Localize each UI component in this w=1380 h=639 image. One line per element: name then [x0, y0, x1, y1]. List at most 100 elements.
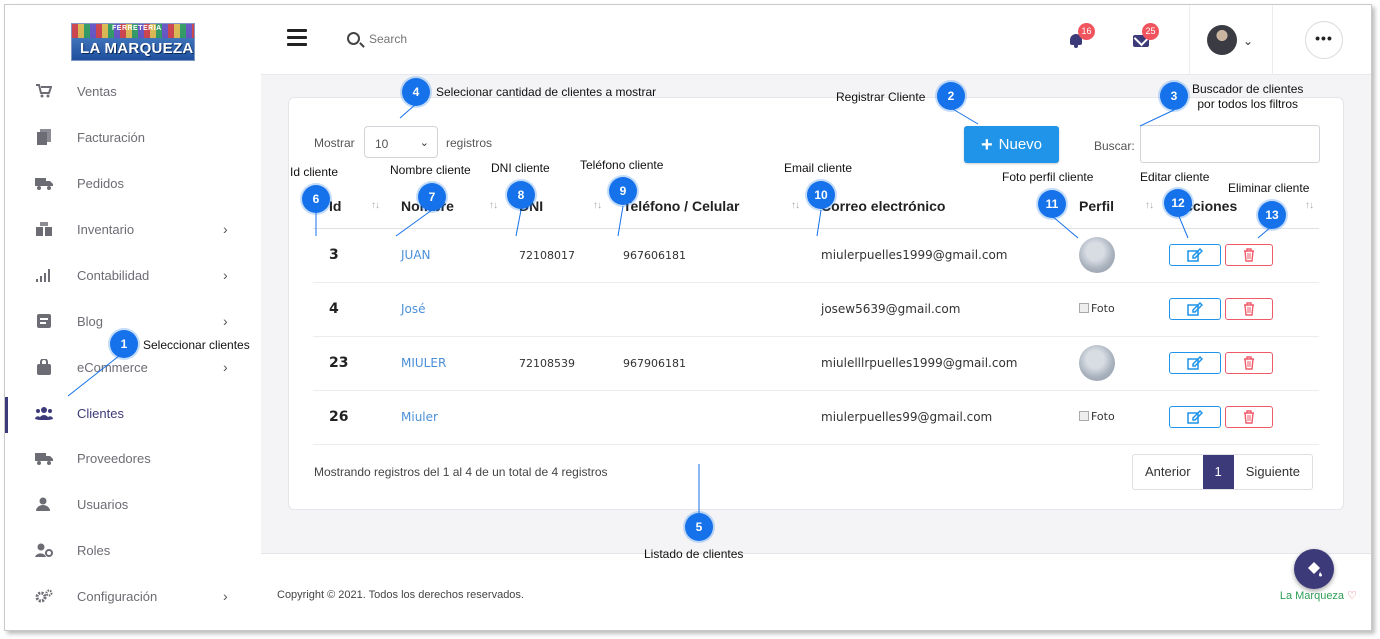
- table-row: 23 MIULER 72108539 967906181 miulelllrpuelle…: [313, 336, 1319, 391]
- callout-10: 10: [807, 181, 835, 209]
- search-label: Buscar:: [1094, 139, 1135, 153]
- topbar: 16 25 ⌄ •••: [261, 5, 1371, 75]
- footer-brand[interactable]: La Marqueza ♡: [1280, 589, 1357, 602]
- callout-8: 8: [507, 181, 535, 209]
- cell-dni: [503, 390, 607, 445]
- user-icon: [35, 495, 53, 513]
- profile-photo: [1079, 345, 1115, 381]
- sidebar-item-configuracion[interactable]: Configuración ›: [5, 576, 261, 616]
- delete-client-button[interactable]: [1225, 298, 1273, 320]
- delete-client-button[interactable]: [1225, 352, 1273, 374]
- users-icon: [35, 404, 53, 422]
- cell-name[interactable]: Miuler: [385, 390, 503, 445]
- sidebar-item-roles[interactable]: Roles: [5, 530, 261, 570]
- divider: [1189, 5, 1190, 75]
- cell-dni: [503, 282, 607, 337]
- sidebar-item-clientes[interactable]: Clientes: [5, 393, 261, 433]
- bag-icon: [35, 358, 53, 376]
- broken-image-icon: Foto: [1079, 302, 1115, 315]
- chevron-right-icon: ›: [223, 588, 228, 604]
- cell-id: 3: [313, 228, 385, 283]
- clients-card: Mostrar 10 ⌄ registros + Nuevo Buscar: I…: [288, 97, 1344, 510]
- callout-text-13: Eliminar cliente: [1228, 181, 1310, 195]
- cell-name[interactable]: MIULER: [385, 336, 503, 391]
- sidebar-item-inventario[interactable]: Inventario ›: [5, 209, 261, 249]
- user-gear-icon: [35, 541, 53, 559]
- chevron-right-icon: ›: [223, 221, 228, 237]
- delete-client-button[interactable]: [1225, 244, 1273, 266]
- edit-client-button[interactable]: [1169, 406, 1221, 428]
- cell-acciones: [1159, 336, 1319, 391]
- sidebar-item-label: Clientes: [77, 405, 124, 421]
- edit-client-button[interactable]: [1169, 244, 1221, 266]
- paint-bucket-button[interactable]: [1294, 549, 1334, 589]
- profile-photo: [1079, 237, 1115, 273]
- cell-email: miulerpuelles99@gmail.com: [805, 390, 1063, 445]
- new-client-button[interactable]: + Nuevo: [964, 126, 1059, 163]
- sidebar-item-label: Configuración: [77, 588, 158, 604]
- cell-id: 26: [313, 390, 385, 445]
- delete-client-button[interactable]: [1225, 406, 1273, 428]
- cell-email: miulerpuelles1999@gmail.com: [805, 228, 1063, 283]
- chevron-down-icon: ⌄: [419, 137, 429, 149]
- sidebar: FERRETERIA LA MARQUEZA Ventas Facturació…: [5, 5, 261, 630]
- sidebar-item-facturacion[interactable]: Facturación: [5, 117, 261, 157]
- cell-name[interactable]: José: [385, 282, 503, 337]
- table-search-input[interactable]: [1140, 125, 1320, 163]
- plus-icon: +: [980, 133, 993, 156]
- cell-acciones: [1159, 228, 1319, 283]
- cell-dni: 72108017: [503, 228, 607, 283]
- brand-logo[interactable]: FERRETERIA LA MARQUEZA: [71, 23, 195, 61]
- avatar[interactable]: [1207, 25, 1237, 55]
- callout-text-9: Teléfono cliente: [580, 158, 664, 172]
- search-input[interactable]: [369, 29, 569, 49]
- pagination: Anterior 1 Siguiente: [1132, 454, 1313, 490]
- callout-text-5: Listado de clientes: [644, 547, 744, 561]
- callout-text-2: Registrar Cliente: [836, 90, 926, 104]
- sidebar-item-label: Inventario: [77, 221, 135, 237]
- sidebar-item-pedidos[interactable]: Pedidos: [5, 163, 261, 203]
- callout-text-10: Email cliente: [784, 161, 853, 175]
- divider: [1272, 5, 1273, 75]
- callout-5: 5: [685, 513, 713, 541]
- more-options-button[interactable]: •••: [1305, 21, 1343, 59]
- callout-text-4: Selecionar cantidad de clientes a mostra…: [436, 85, 657, 99]
- show-label: Mostrar: [314, 136, 355, 150]
- callout-11: 11: [1038, 190, 1066, 218]
- column-label: Perfil: [1079, 197, 1115, 214]
- cell-perfil: [1063, 336, 1159, 391]
- cart-icon: [35, 82, 53, 100]
- edit-client-button[interactable]: [1169, 298, 1221, 320]
- cell-dni: 72108539: [503, 336, 607, 391]
- sidebar-item-label: eCommerce: [77, 359, 148, 375]
- sidebar-item-proveedores[interactable]: Proveedores: [5, 438, 261, 478]
- pagination-next[interactable]: Siguiente: [1234, 455, 1312, 489]
- pagination-prev[interactable]: Anterior: [1133, 455, 1203, 489]
- pagination-page[interactable]: 1: [1202, 455, 1234, 489]
- cell-acciones: [1159, 390, 1319, 445]
- hamburger-menu-icon[interactable]: [287, 29, 307, 46]
- column-header-correo[interactable]: Correo electrónico↑↓: [805, 184, 1063, 229]
- sidebar-item-usuarios[interactable]: Usuarios: [5, 484, 261, 524]
- profile-photo-alt: Foto: [1091, 301, 1115, 315]
- callout-12: 12: [1164, 189, 1192, 217]
- callout-text-8: DNI cliente: [491, 161, 550, 175]
- cell-name[interactable]: JUAN: [385, 228, 503, 283]
- sidebar-item-contabilidad[interactable]: Contabilidad ›: [5, 255, 261, 295]
- edit-client-button[interactable]: [1169, 352, 1221, 374]
- sidebar-item-label: Proveedores: [77, 450, 151, 466]
- column-header-perfil[interactable]: Perfil ↑↓: [1063, 184, 1159, 229]
- messages-badge: 25: [1142, 23, 1159, 40]
- chevron-down-icon[interactable]: ⌄: [1243, 34, 1253, 48]
- page-size-select[interactable]: 10 ⌄: [364, 126, 438, 158]
- broken-image-icon: Foto: [1079, 410, 1115, 423]
- callout-13: 13: [1258, 201, 1286, 229]
- truck-icon: [35, 449, 53, 467]
- search-icon: [347, 32, 360, 45]
- callout-4: 4: [402, 78, 430, 106]
- chevron-right-icon: ›: [223, 313, 228, 329]
- cell-id: 4: [313, 282, 385, 337]
- footer-brand-label: La Marqueza: [1279, 590, 1345, 602]
- sidebar-item-ventas[interactable]: Ventas: [5, 71, 261, 111]
- chevron-right-icon: ›: [223, 267, 228, 283]
